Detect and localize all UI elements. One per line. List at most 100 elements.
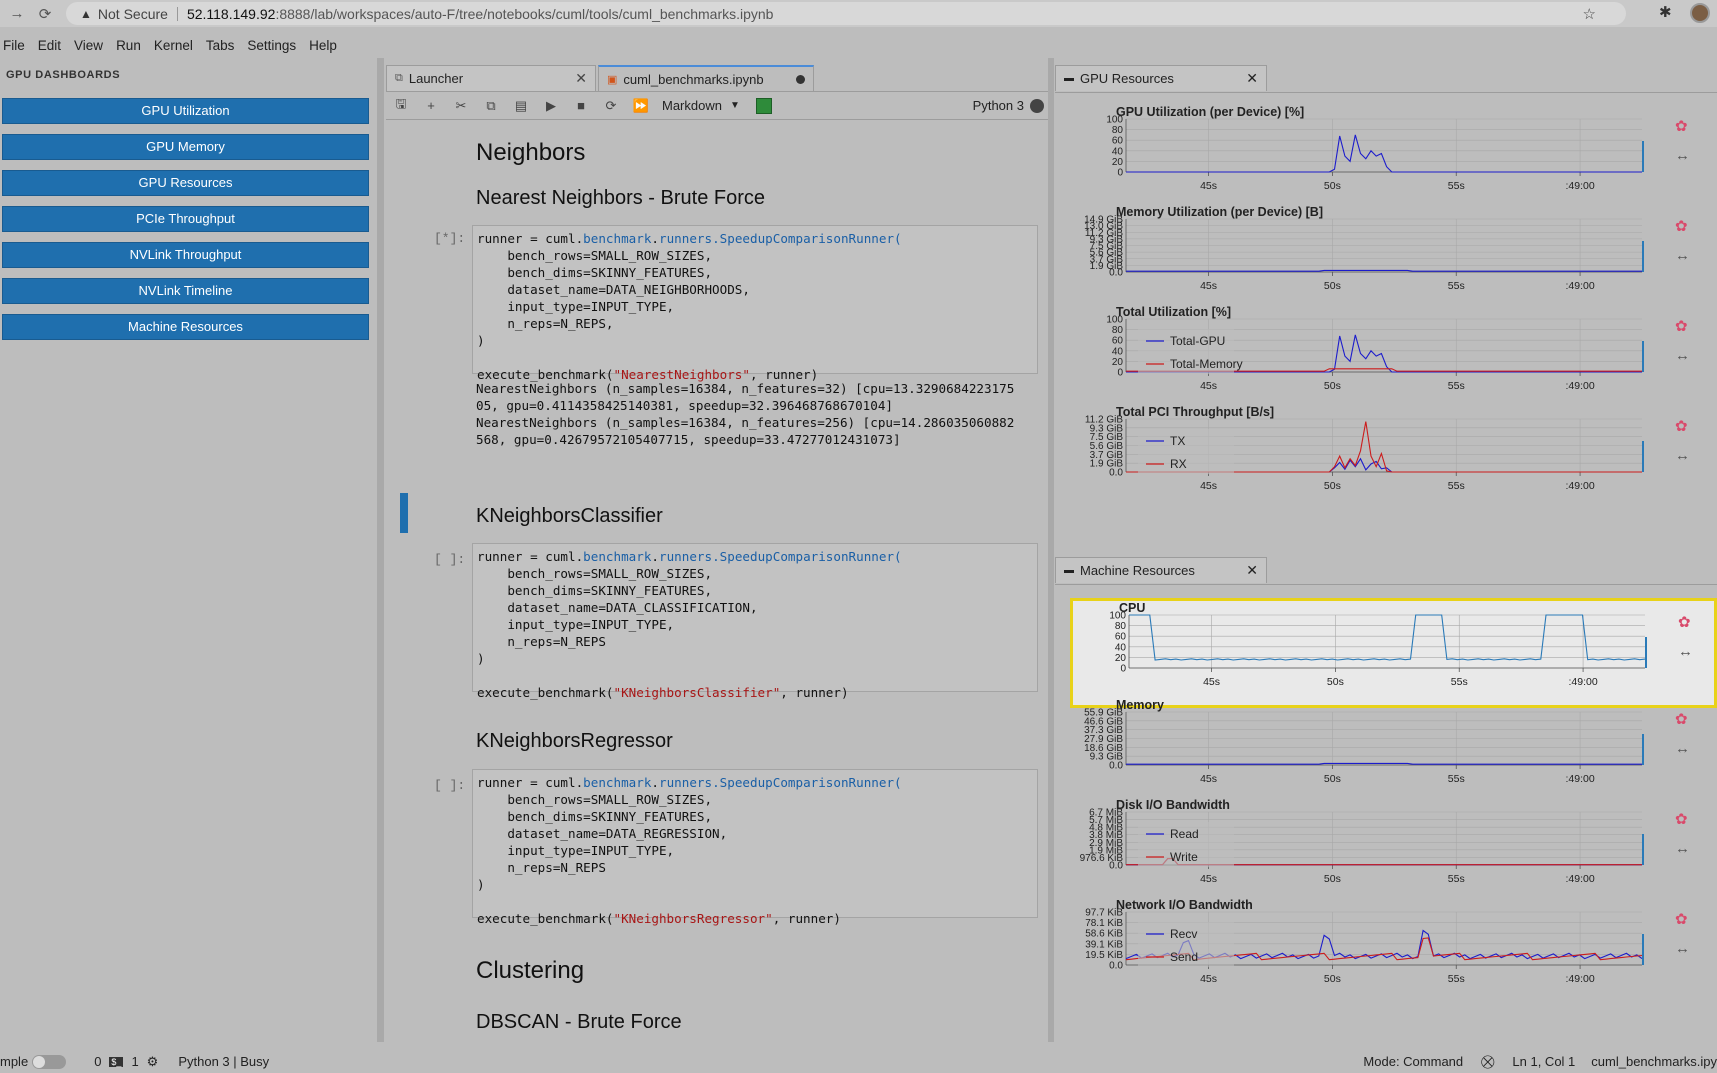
dashboard-button-pcie-throughput[interactable]: PCIe Throughput [2,206,369,232]
bokeh-logo-icon[interactable]: ✿ [1675,710,1688,728]
chevron-down-icon: ▼ [729,100,740,111]
kernel-count[interactable]: 1 [131,1054,138,1069]
pan-icon[interactable]: ↔ [1675,247,1690,264]
code-cell[interactable]: runner = cuml.benchmark.runners.SpeedupC… [472,225,1038,382]
bokeh-logo-icon[interactable]: ✿ [1675,810,1688,828]
tab-notebook[interactable]: ▣ cuml_benchmarks.ipynb [598,65,814,91]
bokeh-logo-icon[interactable]: ✿ [1675,317,1688,335]
bokeh-logo-icon[interactable]: ✿ [1678,613,1691,631]
chart-memory-utilization-per-device-b[interactable]: Memory Utilization (per Device) [B] 14.9 … [1070,205,1717,315]
y-tick-label: 60 [1115,632,1127,643]
code-cell[interactable]: runner = cuml.benchmark.runners.SpeedupC… [472,543,1038,700]
menu-run[interactable]: Run [116,34,141,58]
cell-prompt: [ ]: [434,778,466,793]
y-tick-label: 19.5 KiB [1085,950,1123,961]
extensions-icon[interactable]: ✱ [1659,3,1672,21]
y-tick-label: 40 [1115,642,1127,653]
code-token: runners [659,231,713,246]
close-icon[interactable]: ✕ [1246,562,1258,579]
chart-disk-i-o-bandwidth[interactable]: Disk I/O Bandwidth 6.7 MiB 5.7 MiB 4.8 MiB 3… [1070,798,1717,908]
copy-icon[interactable]: ⧉ [476,98,506,114]
cursor-position[interactable]: Ln 1, Col 1 [1512,1054,1575,1069]
bug-icon[interactable]: ⛒ [1481,1054,1494,1070]
chart-total-pci-throughput-b-s[interactable]: Total PCI Throughput [B/s] 11.2 GiB 9.3 Gi… [1070,405,1717,515]
bokeh-logo-icon[interactable]: ✿ [1675,117,1688,135]
y-tick-label: 20 [1112,157,1124,168]
address-bar[interactable]: ▲ Not Secure 52.118.149.92:8888/lab/work… [66,2,1626,25]
notebook-splitter[interactable] [1048,58,1054,1042]
pan-icon[interactable]: ↔ [1675,147,1690,164]
menu-file[interactable]: File [3,34,25,58]
pan-icon[interactable]: ↔ [1678,643,1693,660]
dashboard-button-gpu-resources[interactable]: GPU Resources [2,170,369,196]
chart-svg: 100806040200 45s 50s 55s:49:00 [1106,115,1644,192]
y-tick-label: 20 [1112,357,1124,368]
close-icon[interactable]: ✕ [575,70,587,87]
close-icon[interactable]: ✕ [1246,70,1258,87]
dashboard-button-nvlink-throughput[interactable]: NVLink Throughput [2,242,369,268]
menu-view[interactable]: View [74,34,103,58]
sidebar-splitter[interactable] [377,58,384,1042]
cell-type-select[interactable]: Markdown ▼ [662,98,740,113]
tab-gpu-resources[interactable]: ▬ GPU Resources ✕ [1055,65,1267,91]
chart-cpu[interactable]: CPU 100 80 60 40 20 0 45s 50s 55s:49:00 ✿ ↔ [1070,598,1717,708]
pan-icon[interactable]: ↔ [1675,840,1690,857]
menu-settings[interactable]: Settings [247,34,296,58]
pan-icon[interactable]: ↔ [1675,447,1690,464]
menu-kernel[interactable]: Kernel [154,34,193,58]
chart-memory[interactable]: Memory 55.9 GiB 46.6 GiB 37.3 GiB 27.9 GiB 18… [1070,698,1717,808]
y-tick-label: 0.0 [1109,861,1123,872]
code-line: dataset_name=DATA_REGRESSION, [477,826,728,841]
menu-help[interactable]: Help [309,34,337,58]
dashboard-button-gpu-utilization[interactable]: GPU Utilization [2,98,369,124]
bookmark-star-icon[interactable]: ☆ [1583,5,1596,23]
x-tick-label: 45s [1200,480,1217,492]
tab-machine-resources[interactable]: ▬ Machine Resources ✕ [1055,557,1267,583]
paste-icon[interactable]: ▤ [506,98,536,114]
bokeh-logo-icon[interactable]: ✿ [1675,910,1688,928]
menu-tabs[interactable]: Tabs [206,34,235,58]
tab-launcher[interactable]: ⧉ Launcher ✕ [386,65,596,91]
simple-mode-toggle[interactable] [32,1054,67,1069]
y-tick-label: 100 [1109,611,1126,622]
legend-label: RX [1170,457,1187,471]
restart-icon[interactable]: ⟳ [596,98,626,114]
dashboard-button-nvlink-timeline[interactable]: NVLink Timeline [2,278,369,304]
chart-total-utilization[interactable]: Total Utilization [%] 100 80 60 40 20 0 45s 50s 5… [1070,305,1717,415]
avatar[interactable] [1690,3,1710,23]
tab-label: cuml_benchmarks.ipynb [623,71,764,87]
kernel-status[interactable]: Python 3 | Busy [178,1054,269,1069]
code-cell[interactable]: runner = cuml.benchmark.runners.SpeedupC… [472,769,1038,926]
bokeh-logo-icon[interactable]: ✿ [1675,217,1688,235]
run-all-icon[interactable]: ⏩ [626,98,656,114]
cut-icon[interactable]: ✂ [446,98,476,114]
add-cell-icon[interactable]: + [416,98,446,113]
bokeh-logo-icon[interactable]: ✿ [1675,417,1688,435]
active-cell-marker [400,493,408,533]
series-line [1126,762,1642,765]
pan-icon[interactable]: ↔ [1675,347,1690,364]
chart-gpu-utilization-per-device[interactable]: GPU Utilization (per Device) [%] 100 80 60 4… [1070,105,1717,215]
y-tick-label: 80 [1112,325,1124,336]
dashboard-button-machine-resources[interactable]: Machine Resources [2,314,369,340]
dashboard-button-gpu-memory[interactable]: GPU Memory [2,134,369,160]
reload-icon[interactable]: ⟳ [34,5,56,23]
run-icon[interactable]: ▶ [536,98,566,114]
chart-network-i-o-bandwidth[interactable]: Network I/O Bandwidth 97.7 KiB 78.1 KiB 58.… [1070,898,1717,1008]
pan-icon[interactable]: ↔ [1675,940,1690,957]
property-inspector-icon[interactable] [755,97,772,114]
series-line [1126,269,1642,272]
code-token: . [651,549,659,564]
forward-icon[interactable]: → [6,5,28,22]
stop-icon[interactable]: ■ [566,98,596,113]
unsaved-dot-icon[interactable] [796,74,805,84]
menu-edit[interactable]: Edit [38,34,61,58]
code-line: bench_rows=SMALL_ROW_SIZES, [477,566,713,581]
kernel-name[interactable]: Python 3 [973,98,1024,113]
legend-label: TX [1170,434,1185,448]
terminal-count[interactable]: 0 [94,1054,101,1069]
pan-icon[interactable]: ↔ [1675,740,1690,757]
save-icon[interactable]: 🖫 [386,95,416,117]
x-tick-label: :49:00 [1565,180,1594,192]
